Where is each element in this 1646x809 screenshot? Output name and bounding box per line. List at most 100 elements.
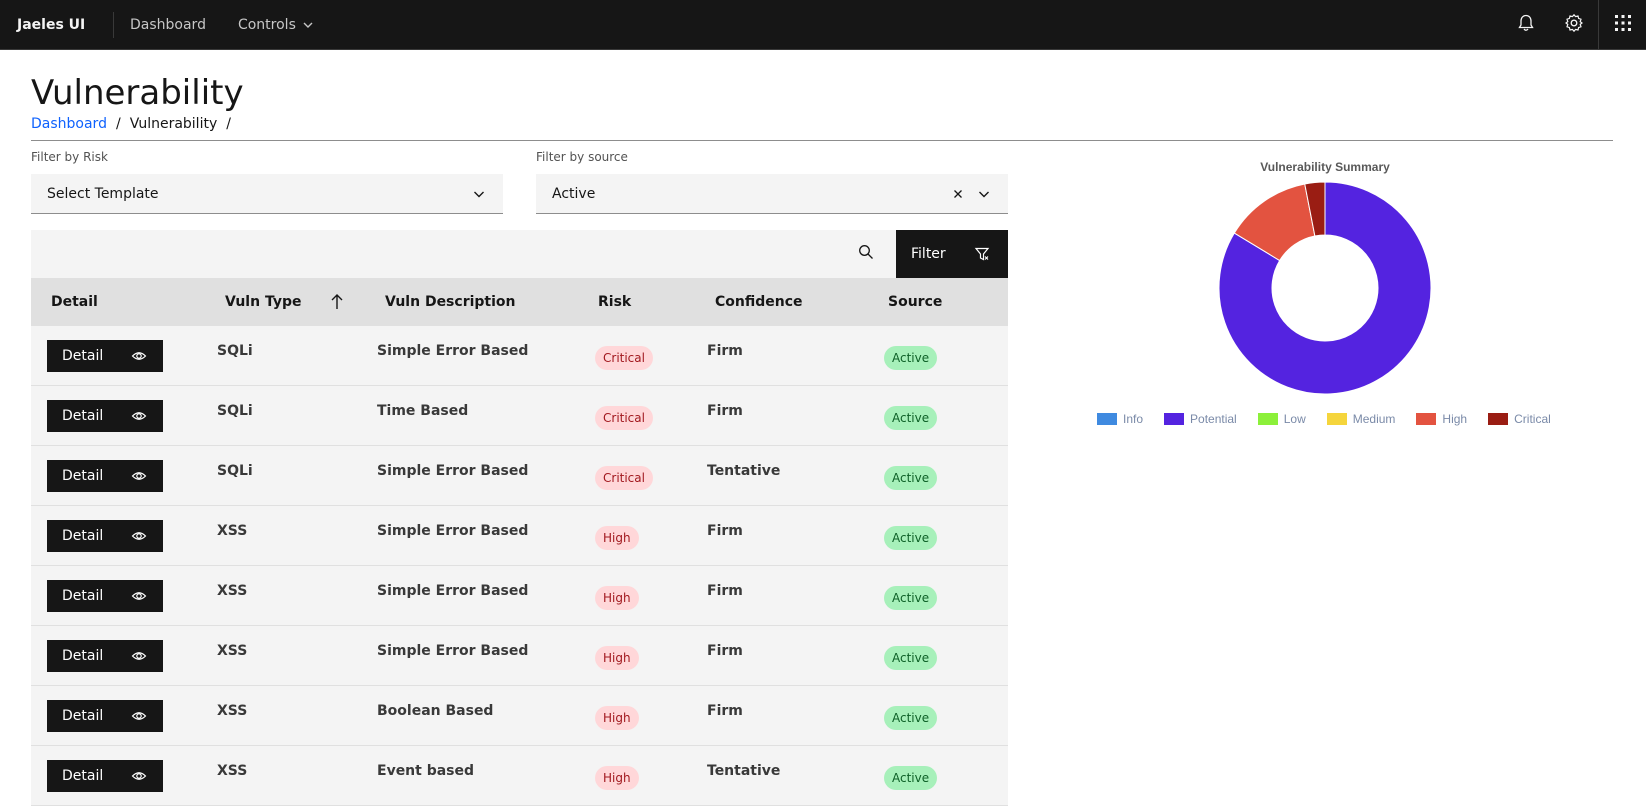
legend-item-high[interactable]: High (1416, 412, 1467, 426)
table-row: Detail XSS Event based High Tentative Ac… (31, 746, 1008, 806)
legend-item-critical[interactable]: Critical (1488, 412, 1551, 426)
search-button[interactable] (842, 230, 890, 278)
risk-tag: Critical (595, 406, 653, 430)
cell-confidence: Firm (707, 643, 743, 659)
detail-button[interactable]: Detail (47, 760, 163, 792)
filter-icon (974, 246, 990, 266)
risk-tag: High (595, 706, 639, 730)
settings-button[interactable] (1550, 0, 1598, 50)
column-header-confidence: Confidence (715, 294, 803, 310)
breadcrumb-separator: / (226, 116, 231, 132)
cell-vuln-description: Event based (377, 763, 475, 779)
detail-button[interactable]: Detail (47, 700, 163, 732)
cell-vuln-type: XSS (217, 703, 248, 719)
cell-vuln-type: XSS (217, 763, 248, 779)
filter-risk-select[interactable]: Select Template (31, 174, 503, 214)
sort-ascending-icon[interactable] (329, 293, 345, 315)
risk-tag: High (595, 646, 639, 670)
table-row: Detail SQLi Simple Error Based Critical … (31, 326, 1008, 386)
source-tag: Active (884, 586, 938, 610)
notification-button[interactable] (1502, 0, 1550, 50)
vulnerability-summary-chart: Vulnerability Summary Info Potential Low Me… (1070, 150, 1580, 440)
filter-button[interactable]: Filter (896, 230, 1008, 278)
breadcrumb-separator: / (115, 116, 121, 132)
cell-vuln-type: XSS (217, 643, 248, 659)
column-header-risk: Risk (598, 294, 632, 310)
legend-swatch (1416, 413, 1437, 425)
bell-icon (1516, 13, 1536, 37)
table-row: Detail SQLi Simple Error Based Critical … (31, 446, 1008, 506)
legend-label: Medium (1352, 412, 1396, 426)
detail-button[interactable]: Detail (47, 520, 163, 552)
legend-swatch (1097, 413, 1117, 425)
table-row: Detail XSS Simple Error Based High Firm … (31, 566, 1008, 626)
table-row: Detail XSS Simple Error Based High Firm … (31, 506, 1008, 566)
table-row: Detail XSS Simple Error Based High Firm … (31, 626, 1008, 686)
legend-swatch (1326, 413, 1347, 425)
table-header: Detail Vuln Type Vuln Description Risk C… (31, 278, 1008, 326)
eye-icon (131, 648, 147, 668)
risk-tag: High (595, 586, 639, 610)
cell-confidence: Firm (707, 583, 743, 599)
source-tag: Active (884, 466, 938, 490)
title-divider (31, 140, 1613, 141)
column-header-vuln-type[interactable]: Vuln Type (225, 278, 343, 326)
clear-selection-icon[interactable] (950, 186, 966, 206)
filter-risk-label: Filter by Risk (31, 150, 108, 164)
eye-icon (131, 408, 147, 428)
legend-label: Critical (1514, 412, 1551, 426)
nav-controls[interactable]: Controls (222, 0, 330, 50)
source-tag: Active (884, 646, 938, 670)
risk-tag: High (595, 526, 639, 550)
donut-chart (1218, 181, 1432, 395)
detail-button[interactable]: Detail (47, 340, 163, 372)
column-header-detail: Detail (51, 294, 98, 310)
chevron-down-icon (302, 19, 314, 31)
nav-controls-label: Controls (237, 16, 296, 33)
column-header-vuln-type-label: Vuln Type (225, 294, 302, 310)
risk-tag: Critical (595, 346, 653, 370)
detail-button[interactable]: Detail (47, 400, 163, 432)
gear-icon (1564, 13, 1584, 37)
top-header: Jaeles UI Dashboard Controls (0, 0, 1646, 50)
table-row: Detail SQLi Time Based Critical Firm Act… (31, 386, 1008, 446)
detail-button-label: Detail (62, 528, 104, 544)
source-tag: Active (884, 766, 938, 790)
legend-label: Low (1283, 412, 1306, 426)
page-title: Vulnerability (31, 73, 244, 113)
filter-source-select[interactable]: Active (536, 174, 1008, 214)
breadcrumb-dashboard[interactable]: Dashboard (31, 116, 107, 132)
detail-button-label: Detail (62, 468, 104, 484)
table-toolbar: Filter (31, 230, 1008, 278)
eye-icon (131, 468, 147, 488)
detail-button[interactable]: Detail (47, 580, 163, 612)
legend-swatch (1488, 413, 1509, 425)
column-header-vuln-description: Vuln Description (385, 294, 516, 310)
eye-icon (131, 348, 147, 368)
cell-vuln-description: Simple Error Based (377, 583, 529, 599)
table-row: Detail XSS Boolean Based High Firm Activ… (31, 686, 1008, 746)
cell-vuln-description: Simple Error Based (377, 343, 529, 359)
legend-item-info[interactable]: Info (1097, 412, 1143, 426)
legend-item-low[interactable]: Low (1257, 412, 1306, 426)
legend-swatch (1257, 413, 1278, 425)
detail-button[interactable]: Detail (47, 640, 163, 672)
detail-button[interactable]: Detail (47, 460, 163, 492)
app-switcher-button[interactable] (1598, 0, 1646, 50)
cell-vuln-type: SQLi (217, 463, 253, 479)
cell-vuln-description: Time Based (377, 403, 469, 419)
filter-source-value: Active (552, 185, 596, 202)
cell-confidence: Tentative (707, 463, 781, 479)
risk-tag: High (595, 766, 639, 790)
nav-dashboard[interactable]: Dashboard (114, 0, 222, 50)
brand-name[interactable]: Jaeles UI (0, 11, 114, 38)
filter-source-label: Filter by source (536, 150, 628, 164)
cell-vuln-description: Boolean Based (377, 703, 494, 719)
cell-vuln-description: Simple Error Based (377, 463, 529, 479)
chevron-down-icon (976, 186, 992, 206)
filter-button-label: Filter (911, 246, 946, 262)
legend-item-medium[interactable]: Medium (1326, 412, 1396, 426)
legend-item-potential[interactable]: Potential (1164, 412, 1237, 426)
legend-swatch (1164, 413, 1185, 425)
cell-vuln-type: XSS (217, 523, 248, 539)
